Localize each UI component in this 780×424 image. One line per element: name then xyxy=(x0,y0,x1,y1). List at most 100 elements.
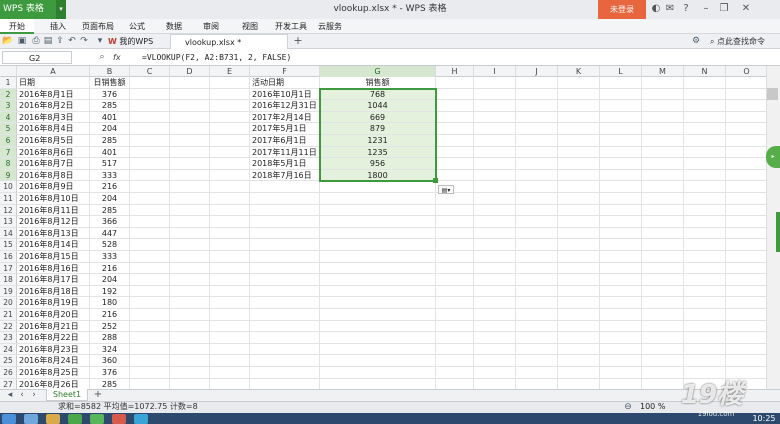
cell-b16[interactable]: 333 xyxy=(90,251,130,263)
cell-c15[interactable] xyxy=(130,239,170,251)
taskbar-app-icon[interactable] xyxy=(90,414,104,424)
cell-e16[interactable] xyxy=(210,251,250,263)
cell-b1[interactable]: 日销售额 xyxy=(90,77,130,89)
cell-f11[interactable] xyxy=(250,193,320,205)
cell-f4[interactable]: 2017年2月14日 xyxy=(250,111,320,124)
cell-m5[interactable] xyxy=(642,123,684,135)
row-header[interactable]: 21 xyxy=(0,309,17,321)
cell-k25[interactable] xyxy=(558,355,600,367)
cell-m1[interactable] xyxy=(642,77,684,89)
cell-b5[interactable]: 204 xyxy=(90,123,130,135)
cell-n24[interactable] xyxy=(684,343,726,356)
cell-n7[interactable] xyxy=(684,146,726,159)
cell-n15[interactable] xyxy=(684,239,726,251)
row-header[interactable]: 20 xyxy=(0,297,17,309)
cell-n13[interactable] xyxy=(684,216,726,228)
cell-a16[interactable]: 2016年8月15日 xyxy=(17,251,90,263)
cell-n6[interactable] xyxy=(684,135,726,147)
cell-j21[interactable] xyxy=(516,309,558,321)
cell-e15[interactable] xyxy=(210,239,250,251)
start-icon[interactable] xyxy=(2,414,16,424)
cell-c20[interactable] xyxy=(130,297,170,309)
cell-l1[interactable] xyxy=(600,77,642,89)
cell-h12[interactable] xyxy=(436,204,474,217)
cell-k1[interactable] xyxy=(558,77,600,89)
cell-j22[interactable] xyxy=(516,320,558,333)
cell-f26[interactable] xyxy=(250,367,320,379)
row-header[interactable]: 14 xyxy=(0,227,17,240)
cell-a22[interactable]: 2016年8月21日 xyxy=(17,320,90,333)
cell-h19[interactable] xyxy=(436,285,474,298)
cell-l5[interactable] xyxy=(600,123,642,135)
cell-k14[interactable] xyxy=(558,227,600,240)
cell-k10[interactable] xyxy=(558,181,600,193)
export-icon[interactable]: ⇪ xyxy=(54,34,66,49)
cell-l9[interactable] xyxy=(600,169,642,182)
cell-m19[interactable] xyxy=(642,285,684,298)
cell-b22[interactable]: 252 xyxy=(90,320,130,333)
taskbar-app-icon[interactable] xyxy=(112,414,126,424)
menu-developer[interactable]: 开发工具 xyxy=(275,19,307,34)
cell-k7[interactable] xyxy=(558,146,600,159)
cell-e8[interactable] xyxy=(210,158,250,170)
cell-j1[interactable] xyxy=(516,77,558,89)
cell-d19[interactable] xyxy=(170,285,210,298)
cell-b18[interactable]: 204 xyxy=(90,274,130,286)
cell-g8[interactable]: 956 xyxy=(320,158,436,170)
column-header-a[interactable]: A xyxy=(17,66,90,77)
cell-i1[interactable] xyxy=(474,77,516,89)
cell-b15[interactable]: 528 xyxy=(90,239,130,251)
row-header[interactable]: 8 xyxy=(0,158,17,170)
cell-j17[interactable] xyxy=(516,262,558,275)
cell-c16[interactable] xyxy=(130,251,170,263)
cell-k17[interactable] xyxy=(558,262,600,275)
cell-o22[interactable] xyxy=(726,321,766,333)
cell-n19[interactable] xyxy=(684,285,726,298)
column-header-b[interactable]: B xyxy=(90,66,130,77)
cell-a21[interactable]: 2016年8月20日 xyxy=(17,309,90,321)
cell-l12[interactable] xyxy=(600,204,642,217)
cell-g11[interactable] xyxy=(320,193,436,205)
cell-d20[interactable] xyxy=(170,297,210,309)
cell-n11[interactable] xyxy=(684,193,726,205)
cell-k27[interactable] xyxy=(558,378,600,389)
cell-l13[interactable] xyxy=(600,216,642,228)
cell-h24[interactable] xyxy=(436,343,474,356)
cell-m16[interactable] xyxy=(642,251,684,263)
column-header-o[interactable]: O xyxy=(726,66,766,77)
row-header[interactable]: 17 xyxy=(0,262,17,275)
cell-f12[interactable] xyxy=(250,204,320,217)
cell-h16[interactable] xyxy=(436,251,474,263)
cell-o10[interactable] xyxy=(726,181,766,193)
sheet-tab-sheet1[interactable]: Sheet1 xyxy=(46,389,88,401)
command-search[interactable]: ⌕ 点此查找命令 xyxy=(710,34,780,49)
cell-b24[interactable]: 324 xyxy=(90,343,130,356)
cell-e25[interactable] xyxy=(210,355,250,367)
cell-i8[interactable] xyxy=(474,158,516,170)
column-header-j[interactable]: J xyxy=(516,66,558,77)
cell-i23[interactable] xyxy=(474,332,516,344)
cell-i14[interactable] xyxy=(474,227,516,240)
cell-d7[interactable] xyxy=(170,146,210,159)
cell-l19[interactable] xyxy=(600,285,642,298)
cell-j13[interactable] xyxy=(516,216,558,228)
row-header[interactable]: 4 xyxy=(0,111,17,124)
cell-f1[interactable]: 活动日期 xyxy=(250,77,320,89)
column-header-m[interactable]: M xyxy=(642,66,684,77)
cell-f24[interactable] xyxy=(250,343,320,356)
cell-h27[interactable] xyxy=(436,378,474,389)
cell-n5[interactable] xyxy=(684,123,726,135)
cell-i11[interactable] xyxy=(474,193,516,205)
cell-i25[interactable] xyxy=(474,355,516,367)
cell-g20[interactable] xyxy=(320,297,436,309)
cell-o1[interactable] xyxy=(726,77,766,89)
cell-h26[interactable] xyxy=(436,367,474,379)
cell-m7[interactable] xyxy=(642,146,684,159)
cell-c7[interactable] xyxy=(130,146,170,159)
cell-n21[interactable] xyxy=(684,309,726,321)
cell-d27[interactable] xyxy=(170,378,210,389)
preview-icon[interactable]: ▤ xyxy=(42,34,54,49)
side-panel-handle[interactable] xyxy=(776,212,780,252)
cell-m10[interactable] xyxy=(642,181,684,193)
menu-formula[interactable]: 公式 xyxy=(129,19,145,34)
